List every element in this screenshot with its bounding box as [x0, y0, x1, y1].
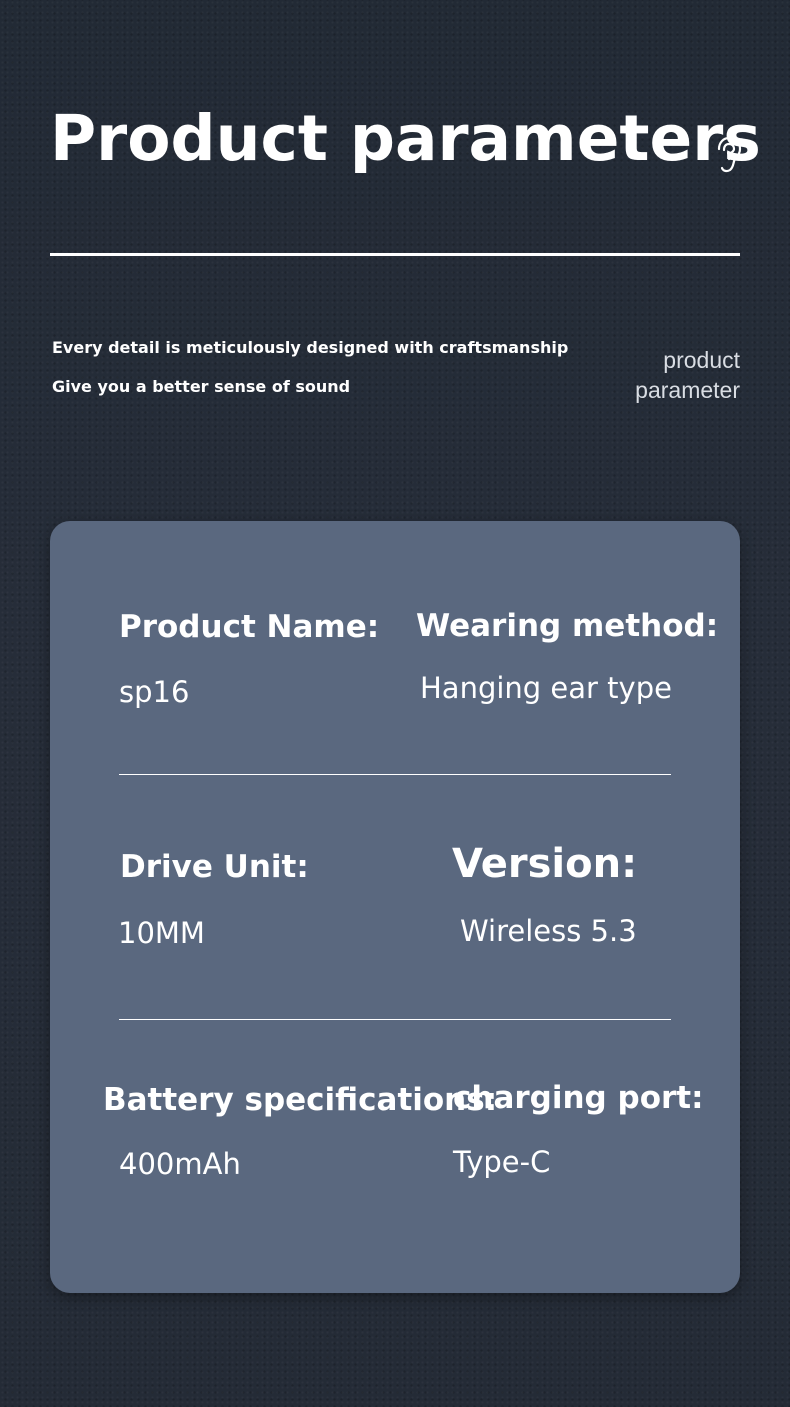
product-name-label: Product Name: [119, 609, 380, 645]
battery-specifications-value: 400mAh [119, 1147, 241, 1181]
drive-unit-label: Drive Unit: [120, 849, 309, 885]
page-title: Product parameters [50, 102, 761, 175]
version-label: Version: [452, 841, 638, 887]
ear-icon [717, 136, 742, 173]
product-name-value: sp16 [119, 675, 190, 709]
drive-unit-value: 10MM [118, 916, 205, 950]
side-label: product parameter [635, 345, 740, 405]
version-value: Wireless 5.3 [460, 914, 637, 948]
wearing-method-label: Wearing method: [416, 608, 719, 644]
side-label-line-1: product [663, 347, 740, 373]
header-divider [50, 253, 740, 256]
side-label-line-2: parameter [635, 377, 740, 403]
battery-specifications-label: Battery specifications: [103, 1082, 498, 1118]
wearing-method-value: Hanging ear type [420, 671, 672, 705]
parameters-card: Product Name: sp16 Wearing method: Hangi… [50, 521, 740, 1293]
charging-port-label: charging port: [453, 1080, 704, 1116]
tagline-craftsmanship: Every detail is meticulously designed wi… [52, 338, 569, 357]
row-divider-1 [119, 774, 671, 775]
charging-port-value: Type-C [453, 1145, 551, 1179]
tagline-sound: Give you a better sense of sound [52, 377, 351, 396]
row-divider-2 [119, 1019, 671, 1020]
